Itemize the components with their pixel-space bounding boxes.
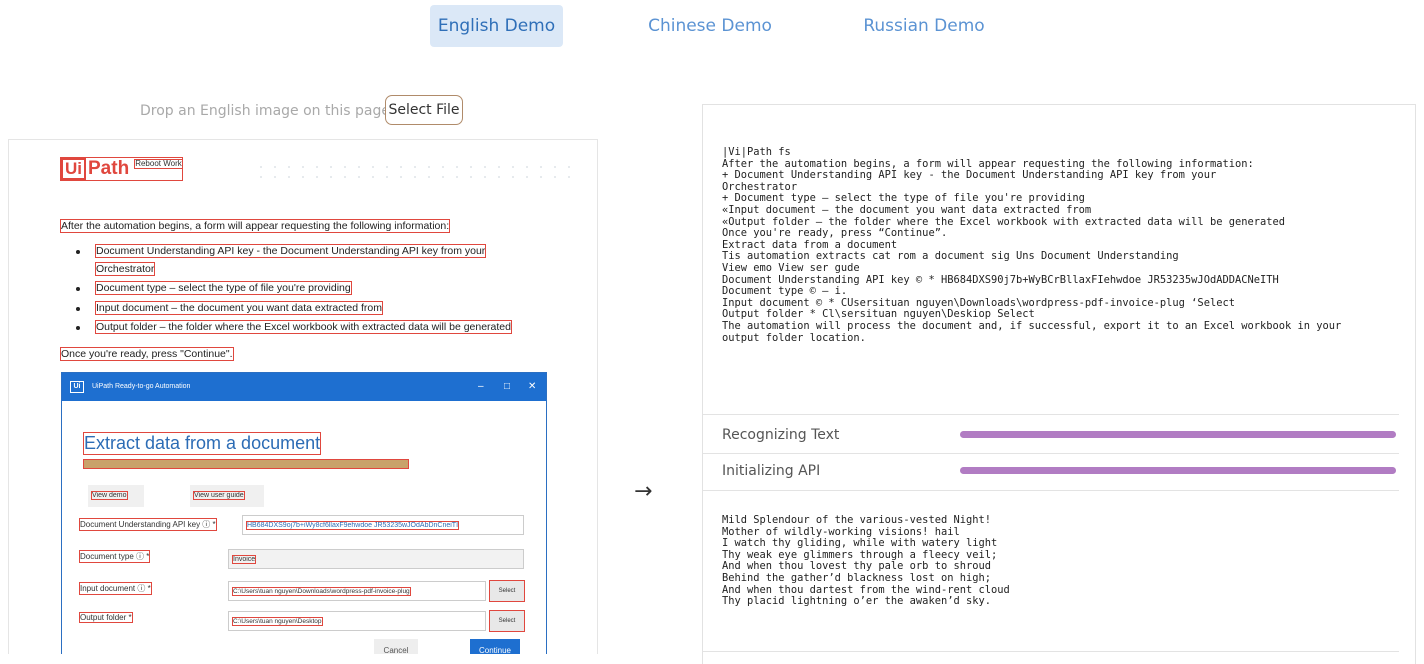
divider [703,414,1399,415]
progress-fill [960,431,1396,438]
logo-tagline: Reboot Work [134,159,183,169]
view-demo-button: View demo [88,485,144,507]
doc-bullet-2: Document type – select the type of file … [95,281,352,295]
bullet-dot [76,326,80,330]
progress-initializing: Initializing API [722,453,1398,489]
label-api-key: Document Understanding API key ⓘ * [79,518,217,531]
input-document-field: C:\Users\tuan nguyen\Downloads\wordpress… [228,581,486,601]
output-folder-value: C:\Users\tuan nguyen\Desktop [232,617,323,626]
progress-track [960,431,1396,438]
select-file-button[interactable]: Select File [385,95,463,125]
poem-output-text: Mild Splendour of the various-vested Nig… [722,514,1010,608]
view-guide-label: View user guide [193,491,245,500]
minimize-icon: – [478,381,484,392]
doc-closing: Once you're ready, press "Continue". [60,347,234,361]
close-icon: ✕ [528,381,537,392]
progress-track [960,467,1396,474]
api-key-field: HB684DXS9oj7b+iWy8cf6llaxF9ehwdoe JR5323… [242,515,524,535]
doc-intro: After the automation begins, a form will… [59,219,451,233]
select-output-button: Select [489,610,525,632]
logo-path: Path [88,158,130,179]
arrow-right-icon: → [634,479,653,504]
tab-russian-demo[interactable]: Russian Demo [852,5,996,47]
view-demo-label: View demo [91,491,128,500]
doc-bullet-1-cont: Orchestrator [94,262,156,276]
cancel-button: Cancel [374,639,418,654]
demo-tabs: English Demo Chinese Demo Russian Demo [0,5,1424,47]
output-folder-field: C:\Users\tuan nguyen\Desktop [228,611,486,631]
label-document-type: Document type ⓘ * [78,550,151,563]
uipath-logo: Ui Path Reboot Work [60,157,183,181]
progress-label: Recognizing Text [722,427,840,443]
select-input-button: Select [489,580,525,602]
doc-bullet-1: Document Understanding API key - the Doc… [94,244,487,258]
ocr-result-panel: |Vi|Path fs After the automation begins,… [702,104,1416,664]
drop-hint: Drop an English image on this page or [140,103,409,119]
doc-bullet-4: Output folder – the folder where the Exc… [95,320,512,334]
embedded-app-window: Ui UiPath Ready-to-go Automation – □ ✕ E… [61,372,547,654]
divider [703,490,1399,491]
window-subtitle-redacted [83,459,409,469]
window-logo-icon: Ui [70,381,84,393]
view-guide-button: View user guide [190,485,264,507]
logo-ui: Ui [61,158,86,180]
window-titlebar: Ui UiPath Ready-to-go Automation – □ ✕ [62,373,546,401]
continue-button: Continue [470,639,520,654]
ocr-output-text: |Vi|Path fs After the automation begins,… [722,146,1342,344]
input-document-value: C:\Users\tuan nguyen\Downloads\wordpress… [232,587,411,596]
uploaded-image-preview: Ui Path Reboot Work After the automation b… [8,139,598,654]
document-type-value: Invoice [231,555,257,564]
maximize-icon: □ [504,381,511,392]
progress-label: Initializing API [722,463,821,479]
bullet-dot [76,307,80,311]
document-type-dropdown: Invoice [228,549,524,569]
api-key-value: HB684DXS9oj7b+iWy8cf6llaxF9ehwdoe JR5323… [245,521,460,530]
tab-chinese-demo[interactable]: Chinese Demo [636,5,784,47]
bullet-dot [76,250,80,254]
bullet-dot [76,287,80,291]
progress-recognizing: Recognizing Text [722,417,1398,453]
doc-bullet-3: Input document – the document you want d… [94,301,384,315]
window-title: UiPath Ready-to-go Automation [92,383,191,390]
label-output-folder: Output folder * [79,612,133,623]
tab-english-demo[interactable]: English Demo [430,5,563,47]
progress-fill [960,467,1396,474]
label-input-document: Input document ⓘ * [79,582,152,595]
decorative-dots [254,162,574,182]
window-heading: Extract data from a document [82,432,322,455]
divider [703,651,1399,652]
